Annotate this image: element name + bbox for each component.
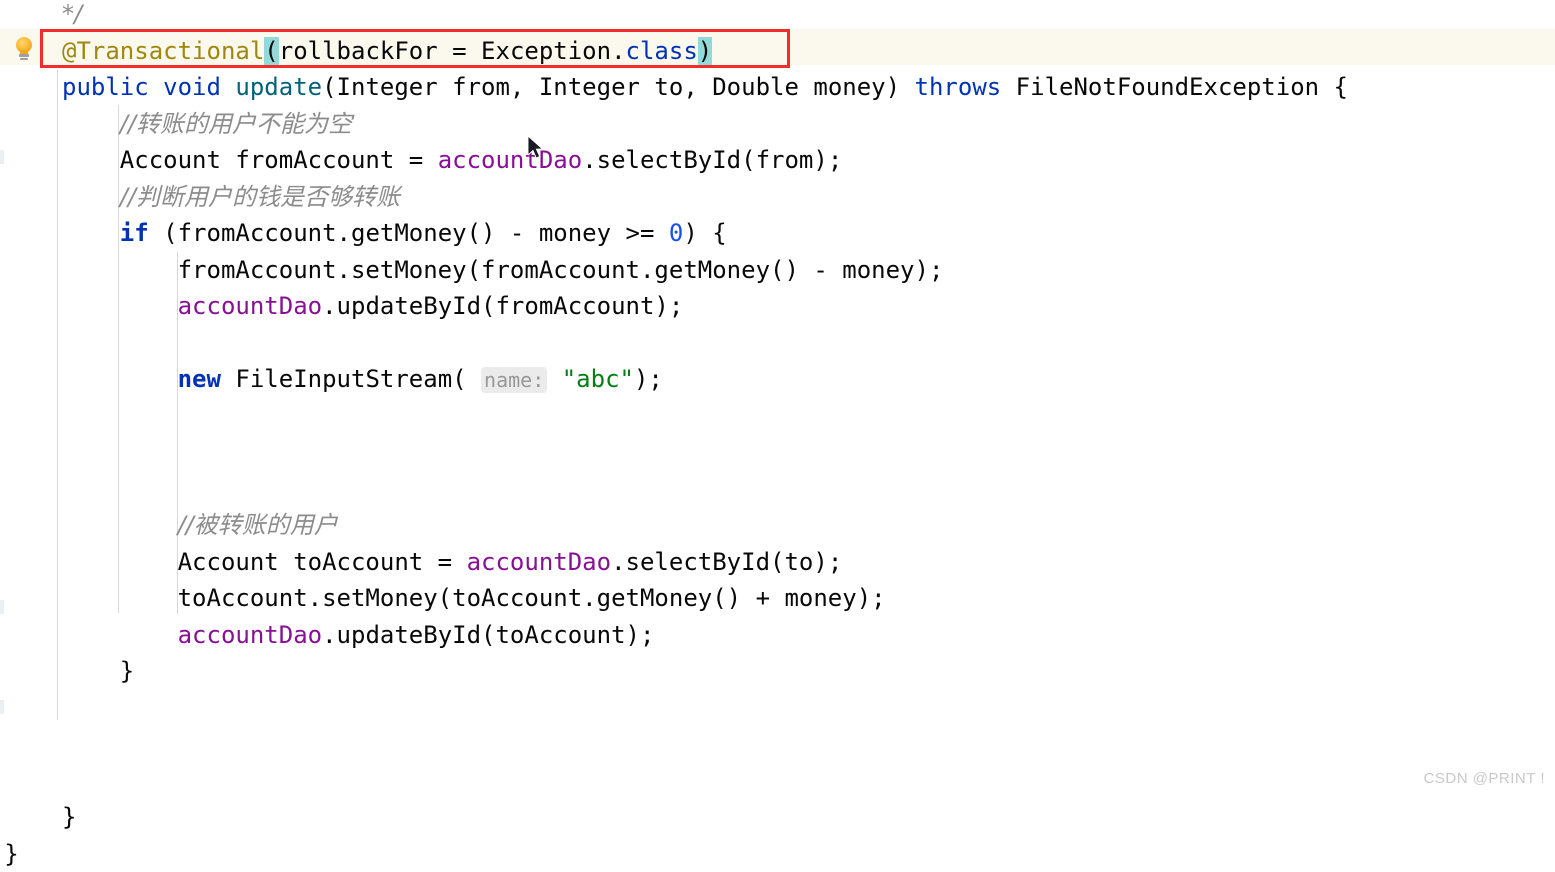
code-token: (Integer from, Integer to, Double money) [322, 73, 914, 101]
code-token: FileInputStream( [221, 365, 467, 393]
code-token: new [178, 365, 221, 393]
code-token [467, 365, 481, 393]
code-editor[interactable]: */ @Transactional(rollbackFor = Exception… [0, 0, 1555, 793]
change-marker[interactable] [0, 700, 4, 714]
lightbulb-base [19, 54, 29, 57]
code-token: Account fromAccount = [120, 146, 438, 174]
code-token: .updateById(fromAccount); [322, 292, 683, 320]
lightbulb-base-lower [20, 58, 28, 60]
code-line[interactable]: */ [62, 0, 82, 33]
code-token: FileNotFoundException { [1001, 73, 1348, 101]
code-line[interactable]: } [120, 653, 134, 690]
code-token: ( [264, 37, 278, 65]
code-token: public void [62, 73, 235, 101]
code-token: 0 [669, 219, 683, 247]
code-token: //判断用户的钱是否够转账 [120, 183, 400, 211]
code-line[interactable]: public void update(Integer from, Integer… [62, 69, 1348, 106]
code-token: } [4, 840, 18, 868]
code-token: //被转账的用户 [178, 511, 338, 539]
editor-gutter[interactable] [0, 0, 40, 793]
code-token: .updateById(toAccount); [322, 621, 654, 649]
code-token: rollbackFor = Exception. [279, 37, 626, 65]
code-line[interactable]: } [62, 799, 76, 836]
code-token: toAccount.setMoney(toAccount.getMoney() … [178, 584, 886, 612]
code-token: Account toAccount = [178, 548, 467, 576]
change-marker[interactable] [0, 150, 4, 164]
code-line[interactable]: @Transactional(rollbackFor = Exception.c… [62, 33, 712, 70]
lightbulb-icon[interactable] [13, 37, 35, 63]
code-token: fromAccount.setMoney(fromAccount.getMone… [178, 256, 944, 284]
code-token: //转账的用户不能为空 [120, 110, 352, 138]
code-line[interactable]: fromAccount.setMoney(fromAccount.getMone… [178, 252, 944, 289]
code-line[interactable]: //转账的用户不能为空 [120, 106, 352, 143]
code-line[interactable]: if (fromAccount.getMoney() - money >= 0)… [120, 215, 727, 252]
code-token: accountDao [438, 146, 583, 174]
code-token: ) { [683, 219, 726, 247]
code-line[interactable]: //被转账的用户 [178, 507, 338, 544]
change-marker[interactable] [0, 600, 4, 614]
code-token: accountDao [178, 292, 323, 320]
code-token: } [120, 657, 134, 685]
code-line[interactable]: } [4, 836, 18, 872]
code-line[interactable]: accountDao.updateById(fromAccount); [178, 288, 684, 325]
code-line[interactable]: new FileInputStream( name: "abc"); [178, 361, 663, 398]
code-token: ) [698, 37, 712, 65]
code-line[interactable]: Account fromAccount = accountDao.selectB… [120, 142, 842, 179]
code-token: } [62, 803, 76, 831]
code-token: accountDao [178, 621, 323, 649]
code-line[interactable]: Account toAccount = accountDao.selectByI… [178, 544, 843, 581]
code-token: */ [62, 0, 82, 28]
code-token: throws [915, 73, 1002, 101]
code-token: .selectById(from); [582, 146, 842, 174]
code-token: "abc" [562, 365, 634, 393]
code-token: @Transactional [62, 37, 264, 65]
code-token: name: [481, 367, 547, 393]
code-token: class [626, 37, 698, 65]
code-token: if [120, 219, 149, 247]
code-line[interactable]: //判断用户的钱是否够转账 [120, 179, 400, 216]
code-line[interactable]: toAccount.setMoney(toAccount.getMoney() … [178, 580, 886, 617]
csdn-watermark: CSDN @PRINT ! [1424, 770, 1545, 787]
indent-guide [57, 70, 58, 720]
code-token: update [235, 73, 322, 101]
code-token: accountDao [467, 548, 612, 576]
code-token: .selectById(to); [611, 548, 842, 576]
code-token [547, 365, 561, 393]
code-token: ); [634, 365, 663, 393]
code-line[interactable]: accountDao.updateById(toAccount); [178, 617, 655, 654]
code-token: (fromAccount.getMoney() - money >= [149, 219, 669, 247]
